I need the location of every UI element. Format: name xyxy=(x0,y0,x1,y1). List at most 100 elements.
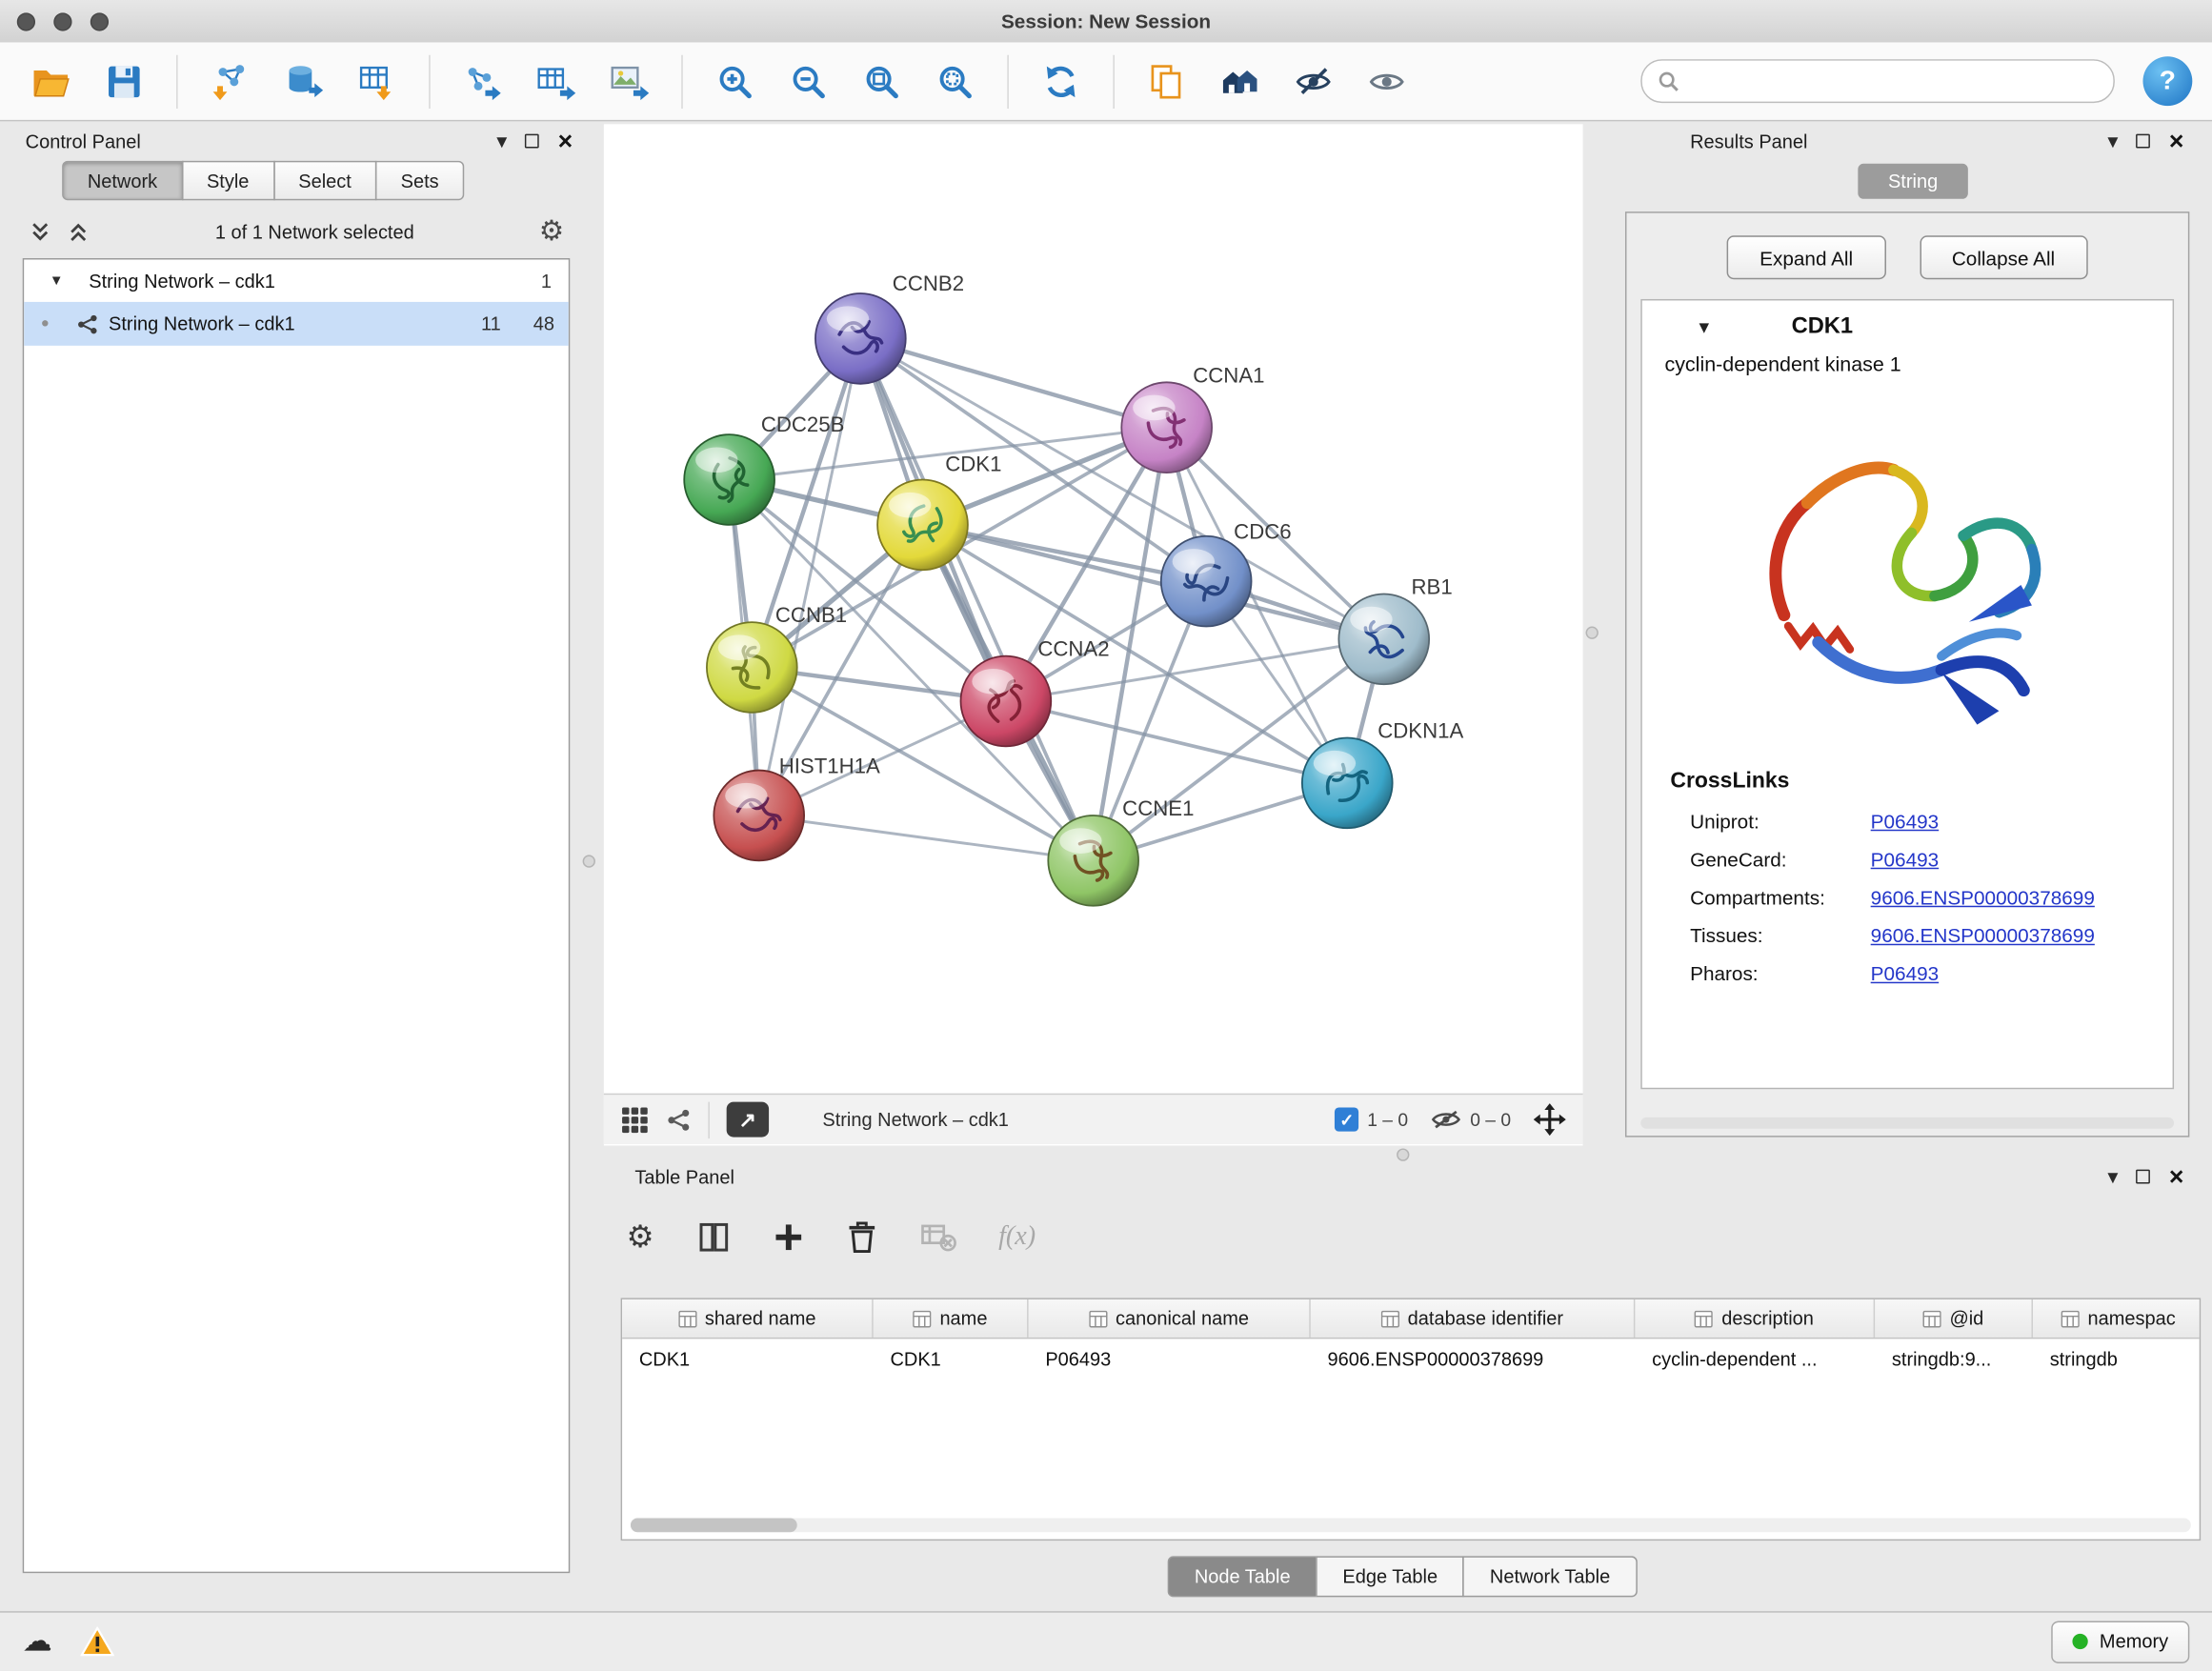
export-table-button[interactable] xyxy=(525,50,587,112)
network-edge[interactable] xyxy=(1006,701,1347,783)
table-cell[interactable]: stringdb xyxy=(2033,1339,2201,1378)
tab-node-table[interactable]: Node Table xyxy=(1168,1556,1317,1597)
section-collapse-caret-icon[interactable]: ▼ xyxy=(1696,317,1713,337)
zoom-fit-button[interactable] xyxy=(851,50,913,112)
results-scrollbar[interactable] xyxy=(1640,1117,2174,1129)
crosslink-value-link[interactable]: 9606.ENSP00000378699 xyxy=(1871,924,2095,947)
splitter-handle[interactable] xyxy=(1586,627,1599,639)
float-panel-icon[interactable] xyxy=(2137,134,2151,149)
string-app-icon[interactable] xyxy=(666,1107,692,1133)
network-node-ccnb2[interactable]: CCNB2 xyxy=(815,272,964,384)
network-node-rb1[interactable]: RB1 xyxy=(1338,574,1452,684)
table-cell[interactable]: P06493 xyxy=(1029,1339,1311,1378)
node-label: CDKN1A xyxy=(1377,719,1463,743)
splitter-handle[interactable] xyxy=(1397,1148,1409,1160)
close-window-button[interactable] xyxy=(17,12,35,30)
zoom-window-button[interactable] xyxy=(90,12,109,30)
tab-sets[interactable]: Sets xyxy=(375,161,464,200)
cloud-icon[interactable]: ☁ xyxy=(23,1626,52,1656)
crosslink-value-link[interactable]: P06493 xyxy=(1871,810,1939,833)
network-node-ccna1[interactable]: CCNA1 xyxy=(1121,363,1264,473)
panel-menu-caret-icon[interactable]: ▾ xyxy=(2107,131,2118,151)
column-header-namespac[interactable]: namespac xyxy=(2033,1299,2201,1338)
column-header-description[interactable]: description xyxy=(1635,1299,1875,1338)
warning-icon[interactable] xyxy=(80,1626,114,1656)
network-edge[interactable] xyxy=(759,338,861,815)
show-all-button[interactable] xyxy=(1356,50,1418,112)
network-edge[interactable] xyxy=(860,338,1093,860)
table-cell[interactable]: CDK1 xyxy=(622,1339,874,1378)
close-panel-icon[interactable]: × xyxy=(2169,129,2184,154)
crosslink-value-link[interactable]: P06493 xyxy=(1871,848,1939,871)
network-canvas[interactable]: CCNB2CCNA1CDC25BCDK1CDC6RB1CCNB1CCNA2CDK… xyxy=(604,124,1583,1093)
table-horizontal-scrollbar[interactable] xyxy=(631,1518,2191,1532)
column-header-canonical-name[interactable]: canonical name xyxy=(1029,1299,1311,1338)
show-columns-icon[interactable] xyxy=(696,1220,731,1255)
tab-style[interactable]: Style xyxy=(181,161,274,200)
table-cell[interactable]: stringdb:9... xyxy=(1875,1339,2033,1378)
column-header-name[interactable]: name xyxy=(874,1299,1029,1338)
crosslink-value-link[interactable]: 9606.ENSP00000378699 xyxy=(1871,886,2095,909)
zoom-in-button[interactable] xyxy=(704,50,766,112)
zoom-selected-button[interactable] xyxy=(924,50,986,112)
open-session-button[interactable] xyxy=(20,50,82,112)
network-edge[interactable] xyxy=(759,815,1094,860)
table-row[interactable]: CDK1CDK1P064939606.ENSP00000378699cyclin… xyxy=(622,1339,2200,1378)
import-table-button[interactable] xyxy=(346,50,408,112)
table-options-gear-icon[interactable]: ⚙ xyxy=(627,1221,654,1253)
zoom-out-button[interactable] xyxy=(777,50,839,112)
scrollbar-thumb[interactable] xyxy=(631,1518,797,1532)
tab-string[interactable]: String xyxy=(1858,164,1968,199)
expand-tree-icon[interactable] xyxy=(29,219,52,243)
network-node-hist1h1a[interactable]: HIST1H1A xyxy=(714,755,880,861)
expand-all-button[interactable]: Expand All xyxy=(1727,235,1885,279)
table-cell[interactable]: CDK1 xyxy=(874,1339,1029,1378)
search-input[interactable] xyxy=(1690,70,2098,93)
tab-network-table[interactable]: Network Table xyxy=(1463,1556,1638,1597)
clone-network-button[interactable] xyxy=(1136,50,1197,112)
network-node-cdk1[interactable]: CDK1 xyxy=(877,453,1001,571)
column-header-shared-name[interactable]: shared name xyxy=(622,1299,874,1338)
crosslink-value-link[interactable]: P06493 xyxy=(1871,962,1939,985)
network-edge[interactable] xyxy=(860,338,1166,427)
float-panel-icon[interactable] xyxy=(526,134,540,149)
memory-button[interactable]: Memory xyxy=(2052,1621,2190,1662)
hide-selected-button[interactable] xyxy=(1282,50,1344,112)
close-panel-icon[interactable]: × xyxy=(2169,1164,2184,1190)
save-session-button[interactable] xyxy=(93,50,155,112)
tree-expander-icon[interactable]: ▼ xyxy=(24,273,89,289)
collapse-all-button[interactable]: Collapse All xyxy=(1920,235,2087,279)
panel-menu-caret-icon[interactable]: ▾ xyxy=(2107,1166,2118,1187)
import-network-button[interactable] xyxy=(199,50,261,112)
delete-column-trash-icon[interactable] xyxy=(846,1220,877,1255)
column-header-database-identifier[interactable]: database identifier xyxy=(1311,1299,1636,1338)
tab-network[interactable]: Network xyxy=(62,161,183,200)
panel-menu-caret-icon[interactable]: ▾ xyxy=(496,131,507,151)
export-image-button[interactable] xyxy=(598,50,660,112)
tab-edge-table[interactable]: Edge Table xyxy=(1316,1556,1464,1597)
selected-checkbox-icon[interactable]: ✓ xyxy=(1335,1108,1358,1132)
minimize-window-button[interactable] xyxy=(53,12,71,30)
column-header-@id[interactable]: @id xyxy=(1875,1299,2033,1338)
float-panel-icon[interactable] xyxy=(2137,1170,2151,1184)
create-column-icon[interactable] xyxy=(773,1221,804,1253)
apply-layout-button[interactable] xyxy=(1030,50,1092,112)
collapse-tree-icon[interactable] xyxy=(67,219,90,243)
home-button[interactable] xyxy=(1209,50,1271,112)
table-cell[interactable]: 9606.ENSP00000378699 xyxy=(1311,1339,1636,1378)
network-options-gear-icon[interactable]: ⚙ xyxy=(539,217,565,246)
network-row-selected[interactable]: ● String Network – cdk1 11 48 xyxy=(24,302,569,346)
help-button[interactable]: ? xyxy=(2142,56,2192,106)
splitter-handle[interactable] xyxy=(583,855,595,867)
birds-eye-view-icon[interactable] xyxy=(621,1105,650,1134)
detach-view-button[interactable]: ↗ xyxy=(727,1102,769,1137)
export-network-button[interactable] xyxy=(452,50,513,112)
close-panel-icon[interactable]: × xyxy=(558,129,573,154)
column-type-icon xyxy=(913,1310,931,1327)
network-node-cdkn1a[interactable]: CDKN1A xyxy=(1302,719,1464,829)
import-network-from-database-button[interactable] xyxy=(272,50,334,112)
network-collection-row[interactable]: ▼ String Network – cdk1 1 xyxy=(24,259,569,301)
table-cell[interactable]: cyclin-dependent ... xyxy=(1635,1339,1875,1378)
tab-select[interactable]: Select xyxy=(273,161,377,200)
pan-move-icon[interactable] xyxy=(1534,1103,1566,1136)
